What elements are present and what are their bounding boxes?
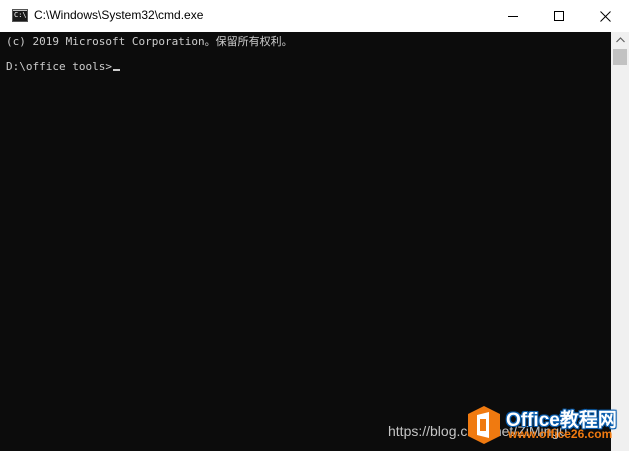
window-title: C:\Windows\System32\cmd.exe (34, 8, 204, 22)
scroll-up-button[interactable] (611, 32, 629, 48)
console-prompt: D:\office tools> (6, 60, 112, 73)
vertical-scrollbar[interactable] (611, 32, 629, 451)
scrollbar-thumb[interactable] (613, 49, 627, 65)
console-output[interactable]: (c) 2019 Microsoft Corporation。保留所有权利。 D… (0, 32, 611, 451)
console-line-copyright: (c) 2019 Microsoft Corporation。保留所有权利。 (6, 35, 293, 48)
maximize-button[interactable] (536, 0, 582, 32)
text-cursor (112, 69, 120, 71)
chevron-up-icon (615, 37, 625, 43)
close-icon (599, 10, 611, 22)
minimize-icon (508, 16, 518, 17)
title-bar[interactable]: C:\ C:\Windows\System32\cmd.exe (0, 0, 629, 32)
watermark-url: https://blog.csdn.net/ZiMing0 (388, 423, 567, 439)
cmd-app-icon[interactable]: C:\ (12, 9, 28, 22)
console-prompt-line[interactable]: D:\office tools> (6, 60, 120, 73)
maximize-icon (554, 11, 564, 21)
close-button[interactable] (582, 0, 628, 32)
cmd-window: C:\ C:\Windows\System32\cmd.exe (c) 2019… (0, 0, 629, 451)
minimize-button[interactable] (490, 0, 536, 32)
